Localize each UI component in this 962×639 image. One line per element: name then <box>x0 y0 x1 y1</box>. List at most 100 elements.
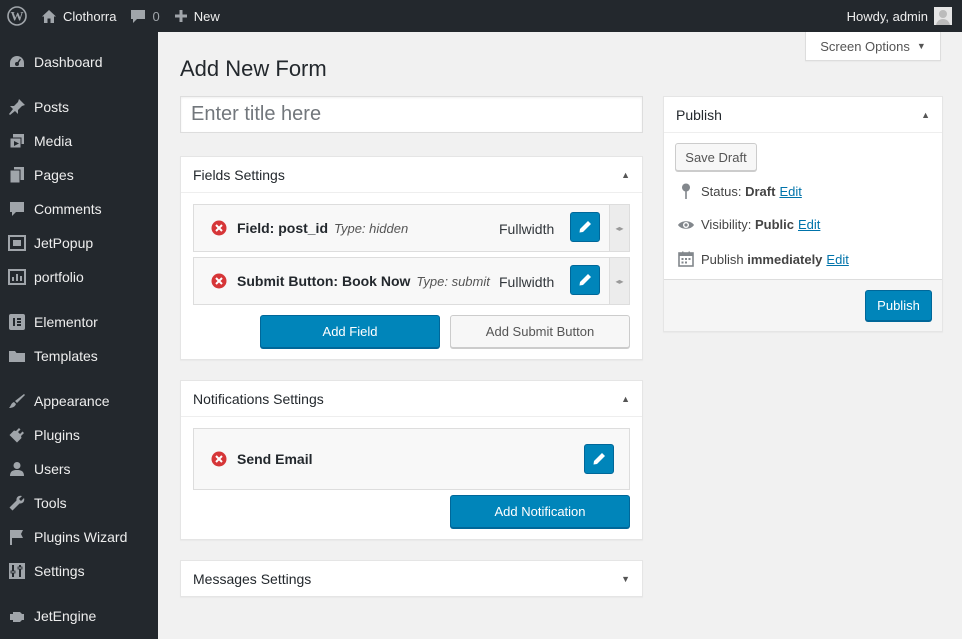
drag-handle[interactable]: ◂▸ <box>609 205 629 251</box>
messages-settings-header[interactable]: Messages Settings ▼ <box>181 561 642 597</box>
pencil-icon <box>579 221 591 233</box>
flag-icon <box>0 528 34 546</box>
add-field-button[interactable]: Add Field <box>260 315 440 348</box>
caret-down-icon: ▼ <box>916 41 926 51</box>
sidebar-item-dashboard[interactable]: Dashboard <box>0 45 158 79</box>
plus-icon <box>174 9 188 23</box>
sidebar-item-settings[interactable]: Settings <box>0 554 158 588</box>
delete-icon[interactable] <box>211 451 227 470</box>
pencil-icon <box>593 453 605 465</box>
jetpopup-icon <box>0 234 34 252</box>
messages-settings-box: Messages Settings ▼ <box>180 560 643 597</box>
delete-icon[interactable] <box>211 220 227 239</box>
notifications-settings-header[interactable]: Notifications Settings ▲ <box>181 381 642 417</box>
my-account[interactable]: Howdy, admin <box>847 0 962 32</box>
field-name: Field: post_id Type: hidden <box>237 220 409 236</box>
field-type: Type: hidden <box>334 221 409 236</box>
elementor-icon <box>0 313 34 331</box>
status-edit-link[interactable]: Edit <box>779 184 801 199</box>
edit-field-button[interactable] <box>570 265 600 295</box>
new-content-link[interactable]: New <box>167 0 227 32</box>
avatar <box>934 7 952 25</box>
sidebar-item-users[interactable]: Users <box>0 452 158 486</box>
status-value: Draft <box>745 183 776 199</box>
sidebar-item-plugins[interactable]: Plugins <box>0 418 158 452</box>
notifications-settings-title: Notifications Settings <box>193 390 324 407</box>
fields-settings-title: Fields Settings <box>193 166 285 183</box>
sidebar-item-portfolio[interactable]: portfolio <box>0 260 158 294</box>
notifications-settings-box: Notifications Settings ▲ Send Email Add … <box>180 380 643 540</box>
field-width: Fullwidth <box>499 274 555 290</box>
field-width: Fullwidth <box>499 221 555 237</box>
status-label: Status: <box>701 183 742 199</box>
sidebar-item-jetpopup[interactable]: JetPopup <box>0 226 158 260</box>
messages-settings-title: Messages Settings <box>193 571 312 587</box>
site-name-link[interactable]: Clothorra <box>34 0 123 32</box>
collapse-up-icon[interactable]: ▲ <box>621 170 630 180</box>
screen-options-button[interactable]: Screen Options ▼ <box>805 32 941 61</box>
user-icon <box>0 460 34 478</box>
edit-notification-button[interactable] <box>584 444 614 474</box>
page-title: Add New Form <box>180 56 327 81</box>
comments-link[interactable]: 0 <box>123 0 166 32</box>
sidebar-item-media[interactable]: Media <box>0 124 158 158</box>
home-icon <box>41 9 57 24</box>
pencil-icon <box>579 274 591 286</box>
publish-header[interactable]: Publish ▲ <box>664 97 942 133</box>
sidebar-item-posts[interactable]: Posts <box>0 90 158 124</box>
notification-name: Send Email <box>237 451 313 467</box>
brush-icon <box>0 392 34 410</box>
eye-icon <box>676 219 696 231</box>
howdy-text: Howdy, admin <box>846 8 928 24</box>
calendar-icon <box>676 251 696 267</box>
publish-time-value: immediately <box>747 251 823 267</box>
pages-icon <box>0 166 34 184</box>
sidebar-item-pages[interactable]: Pages <box>0 158 158 192</box>
plugin-icon <box>0 426 34 444</box>
add-submit-button[interactable]: Add Submit Button <box>450 315 630 348</box>
edit-field-button[interactable] <box>570 212 600 242</box>
visibility-edit-link[interactable]: Edit <box>798 217 820 232</box>
publish-time-edit-link[interactable]: Edit <box>826 252 848 267</box>
sidebar-item-plugins-wizard[interactable]: Plugins Wizard <box>0 520 158 554</box>
comment-bubble-icon <box>130 9 146 24</box>
field-type: Type: submit <box>416 274 490 289</box>
folder-icon <box>0 347 34 365</box>
visibility-line: Visibility: Public Edit <box>676 217 820 232</box>
sidebar-item-tools[interactable]: Tools <box>0 486 158 520</box>
sidebar-item-elementor[interactable]: Elementor <box>0 305 158 339</box>
notification-row: Send Email <box>193 428 630 490</box>
portfolio-icon <box>0 268 34 286</box>
wrench-icon <box>0 494 34 512</box>
field-row: Submit Button: Book Now Type: submit Full… <box>193 257 630 305</box>
drag-handle[interactable]: ◂▸ <box>609 258 629 304</box>
visibility-label: Visibility: <box>701 217 752 232</box>
screen-options-label: Screen Options <box>820 38 910 54</box>
delete-icon[interactable] <box>211 273 227 292</box>
field-row: Field: post_id Type: hidden Fullwidth ◂▸ <box>193 204 630 252</box>
comment-icon <box>0 200 34 218</box>
sidebar-item-jetengine[interactable]: JetEngine <box>0 599 158 633</box>
svg-text:W: W <box>11 9 24 24</box>
field-name: Submit Button: Book Now Type: submit <box>237 273 490 289</box>
expand-down-icon[interactable]: ▼ <box>621 574 630 584</box>
sidebar-item-comments[interactable]: Comments <box>0 192 158 226</box>
sidebar-item-appearance[interactable]: Appearance <box>0 384 158 418</box>
save-draft-button[interactable]: Save Draft <box>675 143 757 171</box>
site-name: Clothorra <box>63 8 117 24</box>
new-label: New <box>193 8 220 24</box>
media-icon <box>0 132 34 150</box>
fields-settings-header[interactable]: Fields Settings ▲ <box>181 157 642 193</box>
publish-button[interactable]: Publish <box>865 290 932 321</box>
add-notification-button[interactable]: Add Notification <box>450 495 630 528</box>
fields-settings-box: Fields Settings ▲ Field: post_id Type: hi… <box>180 156 643 360</box>
publish-box: Publish ▲ Save Draft Status: Draft Edit … <box>663 96 943 332</box>
wordpress-logo-icon[interactable]: W <box>0 0 34 32</box>
collapse-up-icon[interactable]: ▲ <box>921 110 930 120</box>
sidebar-item-templates[interactable]: Templates <box>0 339 158 373</box>
collapse-up-icon[interactable]: ▲ <box>621 394 630 404</box>
pin-icon <box>676 183 696 199</box>
title-input[interactable]: Enter title here <box>180 96 643 133</box>
dashboard-icon <box>0 53 34 71</box>
engine-icon <box>0 607 34 625</box>
